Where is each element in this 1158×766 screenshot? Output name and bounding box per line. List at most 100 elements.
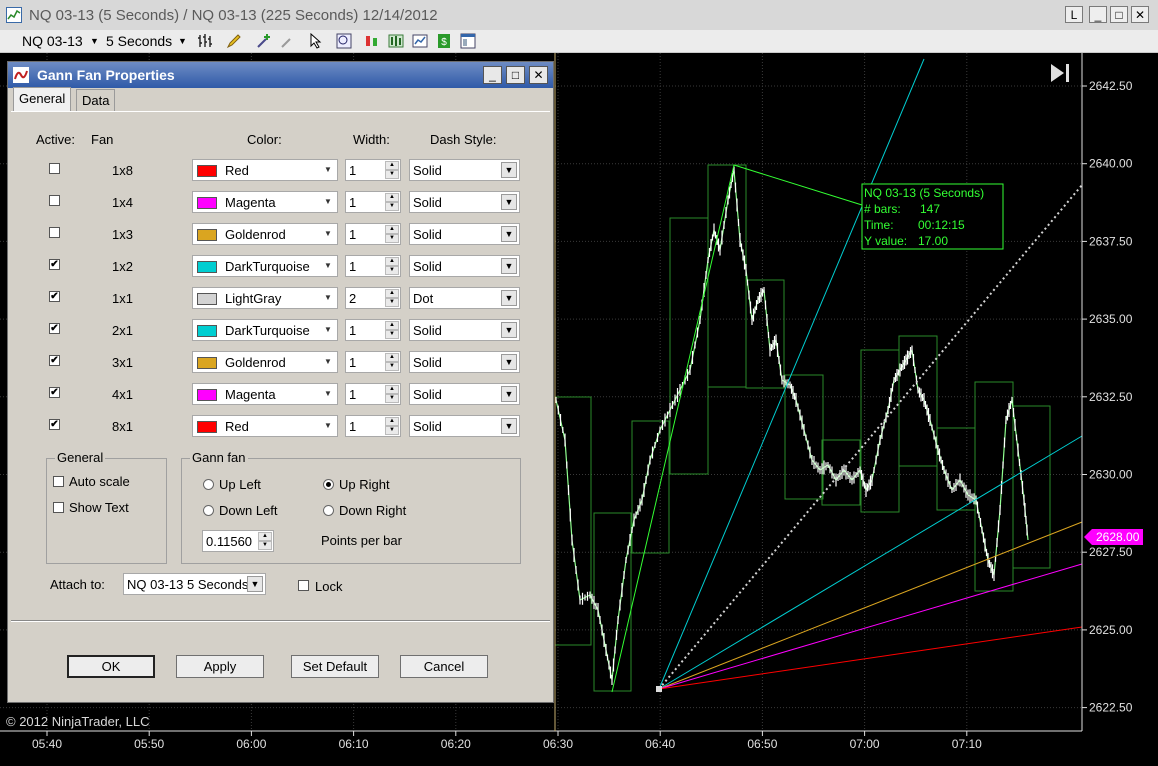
fan-2x1-width-spinner[interactable]: 1 ▲ ▼ <box>345 319 401 341</box>
link-button[interactable]: L <box>1065 6 1083 23</box>
color-dropdown-icon[interactable]: ▼ <box>321 290 335 306</box>
color-dropdown-icon[interactable]: ▼ <box>321 226 335 242</box>
fan-1x1-color-combo[interactable]: LightGray ▼ <box>192 287 338 309</box>
fan-2x1-active-checkbox[interactable]: ✔ <box>49 323 60 334</box>
down-right-radio[interactable] <box>323 505 334 516</box>
dash-dropdown-icon[interactable]: ▼ <box>501 226 517 242</box>
fan-4x1-dash-combo[interactable]: Solid ▼ <box>409 383 520 405</box>
width-up-arrow-icon[interactable]: ▲ <box>385 321 399 330</box>
fan-1x8-color-combo[interactable]: Red ▼ <box>192 159 338 181</box>
fan-3x1-width-spinner[interactable]: 1 ▲ ▼ <box>345 351 401 373</box>
fan-1x4-width-spinner[interactable]: 1 ▲ ▼ <box>345 191 401 213</box>
fan-2x1-dash-combo[interactable]: Solid ▼ <box>409 319 520 341</box>
chart-image-icon[interactable] <box>412 33 428 49</box>
fan-1x8-dash-combo[interactable]: Solid ▼ <box>409 159 520 181</box>
width-up-arrow-icon[interactable]: ▲ <box>385 289 399 298</box>
fan-anchor-handle[interactable] <box>656 686 662 692</box>
down-left-radio[interactable] <box>203 505 214 516</box>
dash-dropdown-icon[interactable]: ▼ <box>501 322 517 338</box>
fan-8x1-width-spinner[interactable]: 1 ▲ ▼ <box>345 415 401 437</box>
up-right-radio[interactable] <box>323 479 334 490</box>
fan-2x1-color-combo[interactable]: DarkTurquoise ▼ <box>192 319 338 341</box>
color-dropdown-icon[interactable]: ▼ <box>321 418 335 434</box>
fan-3x1-color-combo[interactable]: Goldenrod ▼ <box>192 351 338 373</box>
auto-scale-checkbox[interactable] <box>53 476 64 487</box>
pencil-icon[interactable] <box>226 33 242 49</box>
width-down-arrow-icon[interactable]: ▼ <box>385 170 399 179</box>
color-dropdown-icon[interactable]: ▼ <box>321 258 335 274</box>
apply-button[interactable]: Apply <box>176 655 264 678</box>
show-text-checkbox[interactable] <box>53 502 64 513</box>
width-down-arrow-icon[interactable]: ▼ <box>385 426 399 435</box>
fan-1x8-width-spinner[interactable]: 1 ▲ ▼ <box>345 159 401 181</box>
dash-dropdown-icon[interactable]: ▼ <box>501 354 517 370</box>
fan-4x1-active-checkbox[interactable]: ✔ <box>49 387 60 398</box>
remove-indicator-icon[interactable] <box>280 33 296 49</box>
fan-1x3-dash-combo[interactable]: Solid ▼ <box>409 223 520 245</box>
data-box-icon[interactable]: $ <box>436 33 452 49</box>
width-up-arrow-icon[interactable]: ▲ <box>385 417 399 426</box>
dialog-minimize-button[interactable]: _ <box>483 66 502 84</box>
dash-dropdown-icon[interactable]: ▼ <box>501 194 517 210</box>
fan-4x1-color-combo[interactable]: Magenta ▼ <box>192 383 338 405</box>
dash-dropdown-icon[interactable]: ▼ <box>501 386 517 402</box>
color-dropdown-icon[interactable]: ▼ <box>321 162 335 178</box>
width-up-arrow-icon[interactable]: ▲ <box>385 161 399 170</box>
properties-icon[interactable] <box>460 33 476 49</box>
fan-8x1-active-checkbox[interactable]: ✔ <box>49 419 60 430</box>
zoom-icon[interactable] <box>336 33 352 49</box>
strategy-icon[interactable] <box>364 33 380 49</box>
attach-dropdown-icon[interactable]: ▼ <box>247 576 263 592</box>
width-up-arrow-icon[interactable]: ▲ <box>385 353 399 362</box>
width-up-arrow-icon[interactable]: ▲ <box>385 193 399 202</box>
minimize-button[interactable]: _ <box>1089 6 1107 23</box>
fan-3x1-dash-combo[interactable]: Solid ▼ <box>409 351 520 373</box>
dash-dropdown-icon[interactable]: ▼ <box>501 162 517 178</box>
fan-1x3-active-checkbox[interactable] <box>49 227 60 238</box>
tab-data[interactable]: Data <box>76 89 116 111</box>
instrument-selector[interactable]: NQ 03-13 <box>22 33 83 49</box>
fan-1x4-active-checkbox[interactable] <box>49 195 60 206</box>
width-down-arrow-icon[interactable]: ▼ <box>385 330 399 339</box>
add-indicator-icon[interactable] <box>256 33 272 49</box>
interval-selector[interactable]: 5 Seconds <box>106 33 172 49</box>
lock-checkbox[interactable] <box>298 580 309 591</box>
fan-1x8-active-checkbox[interactable] <box>49 163 60 174</box>
width-down-arrow-icon[interactable]: ▼ <box>385 234 399 243</box>
width-up-arrow-icon[interactable]: ▲ <box>385 225 399 234</box>
dash-dropdown-icon[interactable]: ▼ <box>501 290 517 306</box>
fan-1x4-color-combo[interactable]: Magenta ▼ <box>192 191 338 213</box>
interval-dropdown-icon[interactable]: ▼ <box>178 36 187 46</box>
width-down-arrow-icon[interactable]: ▼ <box>385 298 399 307</box>
fan-3x1-active-checkbox[interactable]: ✔ <box>49 355 60 366</box>
fan-8x1-color-combo[interactable]: Red ▼ <box>192 415 338 437</box>
ok-button[interactable]: OK <box>67 655 155 678</box>
dialog-close-button[interactable]: ✕ <box>529 66 548 84</box>
cursor-icon[interactable] <box>308 33 324 49</box>
width-up-arrow-icon[interactable]: ▲ <box>385 257 399 266</box>
fan-1x3-color-combo[interactable]: Goldenrod ▼ <box>192 223 338 245</box>
color-dropdown-icon[interactable]: ▼ <box>321 354 335 370</box>
instrument-dropdown-icon[interactable]: ▼ <box>90 36 99 46</box>
up-left-radio[interactable] <box>203 479 214 490</box>
fan-4x1-width-spinner[interactable]: 1 ▲ ▼ <box>345 383 401 405</box>
color-dropdown-icon[interactable]: ▼ <box>321 386 335 402</box>
points-up-arrow-icon[interactable]: ▲ <box>258 532 272 541</box>
fan-1x2-width-spinner[interactable]: 1 ▲ ▼ <box>345 255 401 277</box>
indicators-icon[interactable] <box>388 33 404 49</box>
width-up-arrow-icon[interactable]: ▲ <box>385 385 399 394</box>
cancel-button[interactable]: Cancel <box>400 655 488 678</box>
maximize-button[interactable]: □ <box>1110 6 1128 23</box>
dash-dropdown-icon[interactable]: ▼ <box>501 258 517 274</box>
fan-1x2-active-checkbox[interactable]: ✔ <box>49 259 60 270</box>
close-button[interactable]: ✕ <box>1131 6 1149 23</box>
width-down-arrow-icon[interactable]: ▼ <box>385 394 399 403</box>
set-default-button[interactable]: Set Default <box>291 655 379 678</box>
fan-1x2-dash-combo[interactable]: Solid ▼ <box>409 255 520 277</box>
width-down-arrow-icon[interactable]: ▼ <box>385 202 399 211</box>
fan-1x4-dash-combo[interactable]: Solid ▼ <box>409 191 520 213</box>
fan-1x2-color-combo[interactable]: DarkTurquoise ▼ <box>192 255 338 277</box>
width-down-arrow-icon[interactable]: ▼ <box>385 362 399 371</box>
fan-1x1-width-spinner[interactable]: 2 ▲ ▼ <box>345 287 401 309</box>
width-down-arrow-icon[interactable]: ▼ <box>385 266 399 275</box>
